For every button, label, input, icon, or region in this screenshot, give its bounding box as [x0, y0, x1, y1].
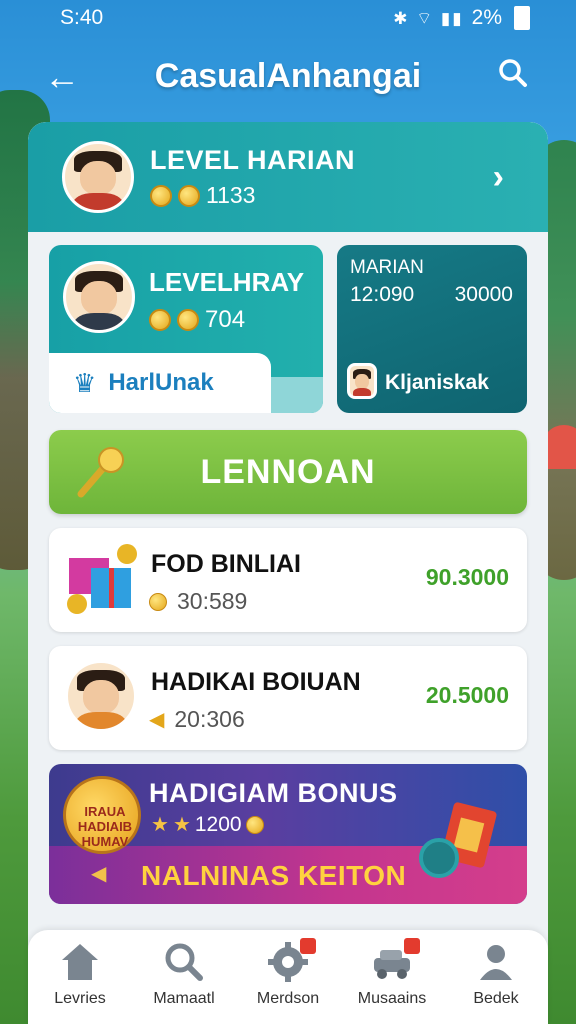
- timer-card-time: 12:090: [350, 283, 415, 306]
- app-header: ← CasualAnhangai: [0, 46, 576, 106]
- nav-item-search[interactable]: Mamaatl: [134, 940, 234, 1008]
- notification-badge: [300, 938, 316, 954]
- level-card-title: LEVEL HARIAN: [150, 145, 356, 175]
- level-card[interactable]: LEVEL HARIAN 1133 ›: [28, 122, 548, 232]
- home-icon: [62, 944, 98, 980]
- promo-title: HADIGIAM BONUS: [149, 778, 398, 808]
- star-icon: ★: [151, 814, 169, 836]
- star-icon: ★: [172, 814, 191, 836]
- list-item-sub-value: 30:589: [177, 588, 248, 614]
- nav-item-label: Levries: [54, 990, 106, 1007]
- battery-percent: 2%: [471, 6, 502, 29]
- coin-icon: [178, 184, 200, 207]
- main-panel: LEVEL HARIAN 1133 › LEVELHRAY 704 ♛ Harl…: [28, 122, 548, 1024]
- level-daily-coins: 704: [205, 306, 246, 333]
- promo-value-row: ★ ★ 1200: [151, 812, 264, 837]
- primary-action-label: LENNOAN: [200, 452, 376, 491]
- list-item-amount: 20.5000: [425, 682, 509, 708]
- film-reel-icon: [419, 838, 459, 878]
- nav-item-profile[interactable]: Bedek: [446, 940, 546, 1008]
- avatar: [347, 363, 377, 399]
- primary-action-button[interactable]: LENNOAN: [49, 430, 527, 514]
- timer-card[interactable]: MARIAN 12:090 30000 Kljaniskak: [337, 245, 527, 413]
- nav-item-label: Musaains: [357, 990, 427, 1007]
- status-time: S:40: [60, 6, 104, 29]
- nav-item-settings[interactable]: Merdson: [238, 938, 338, 1008]
- nav-item-vehicles[interactable]: Musaains: [342, 938, 442, 1008]
- status-bar: S:40 ✱ ⌔ ▮▮ 2%: [0, 0, 576, 36]
- level-card-coins: 1133: [206, 182, 256, 208]
- profile-icon: [480, 945, 512, 980]
- search-icon[interactable]: [498, 58, 528, 88]
- coin-icon: [149, 592, 167, 611]
- badge-icon: IRAUA HADIAIB HUMAV: [63, 776, 141, 854]
- send-icon: ◀: [149, 709, 165, 731]
- crown-icon: ♛: [73, 367, 97, 398]
- level-daily-card[interactable]: LEVELHRAY 704 ♛ HarlUnak: [49, 245, 323, 413]
- level-daily-title: LEVELHRAY: [149, 267, 305, 297]
- timer-card-name: Kljaniskak: [385, 371, 489, 394]
- ribbon-icon: [177, 309, 199, 331]
- coin-icon: [149, 309, 171, 331]
- avatar: [63, 261, 135, 333]
- timer-card-label: MARIAN: [350, 257, 424, 278]
- nav-item-label: Bedek: [473, 990, 519, 1007]
- list-item-amount: 90.3000: [425, 564, 509, 590]
- coin-icon: [245, 815, 264, 834]
- badge-text: IRAUA HADIAIB HUMAV: [77, 804, 133, 849]
- list-item-sub-value: 20:306: [174, 706, 245, 732]
- avatar: [62, 141, 134, 213]
- list-item-sub: ◀ 20:306: [149, 706, 245, 733]
- bottom-navigation: Levries Mamaatl Merdson Musaains Bedek: [28, 930, 548, 1024]
- page-title: CasualAnhangai: [154, 56, 422, 95]
- timer-card-value: 30000: [454, 283, 513, 306]
- notification-badge: [404, 938, 420, 954]
- nav-item-home[interactable]: Levries: [30, 940, 130, 1008]
- status-indicators: ✱ ⌔ ▮▮ 2%: [393, 6, 530, 30]
- list-item-name: HADIKAI BOIUAN: [151, 668, 361, 696]
- tab-strip: [271, 377, 323, 413]
- search-icon: [165, 943, 203, 981]
- arrow-left-icon[interactable]: ←: [44, 56, 80, 98]
- coin-icon: [150, 184, 172, 207]
- signal-icons: ✱ ⌔ ▮▮: [393, 8, 464, 28]
- promo-value: 1200: [194, 812, 242, 836]
- list-item[interactable]: FOD BINLIAI 30:589 90.3000: [49, 528, 527, 632]
- send-icon: ◀: [91, 863, 107, 885]
- level-daily-tab[interactable]: ♛ HarlUnak: [49, 353, 271, 413]
- list-item[interactable]: HADIKAI BOIUAN ◀ 20:306 20.5000: [49, 646, 527, 750]
- avatar: [65, 660, 137, 732]
- chevron-right-icon[interactable]: ›: [493, 158, 504, 197]
- microphone-icon: [77, 447, 124, 498]
- nav-item-label: Mamaatl: [153, 990, 215, 1007]
- nav-item-label: Merdson: [256, 990, 320, 1007]
- level-daily-tab-label: HarlUnak: [108, 369, 214, 396]
- promo-banner[interactable]: IRAUA HADIAIB HUMAV HADIGIAM BONUS ★ ★ 1…: [49, 764, 527, 904]
- promo-cta[interactable]: NALNINAS KEITON: [141, 860, 406, 892]
- list-item-sub: 30:589: [149, 588, 247, 615]
- gift-box-icon: [67, 544, 137, 614]
- list-item-name: FOD BINLIAI: [151, 550, 301, 578]
- battery-icon: [514, 6, 530, 30]
